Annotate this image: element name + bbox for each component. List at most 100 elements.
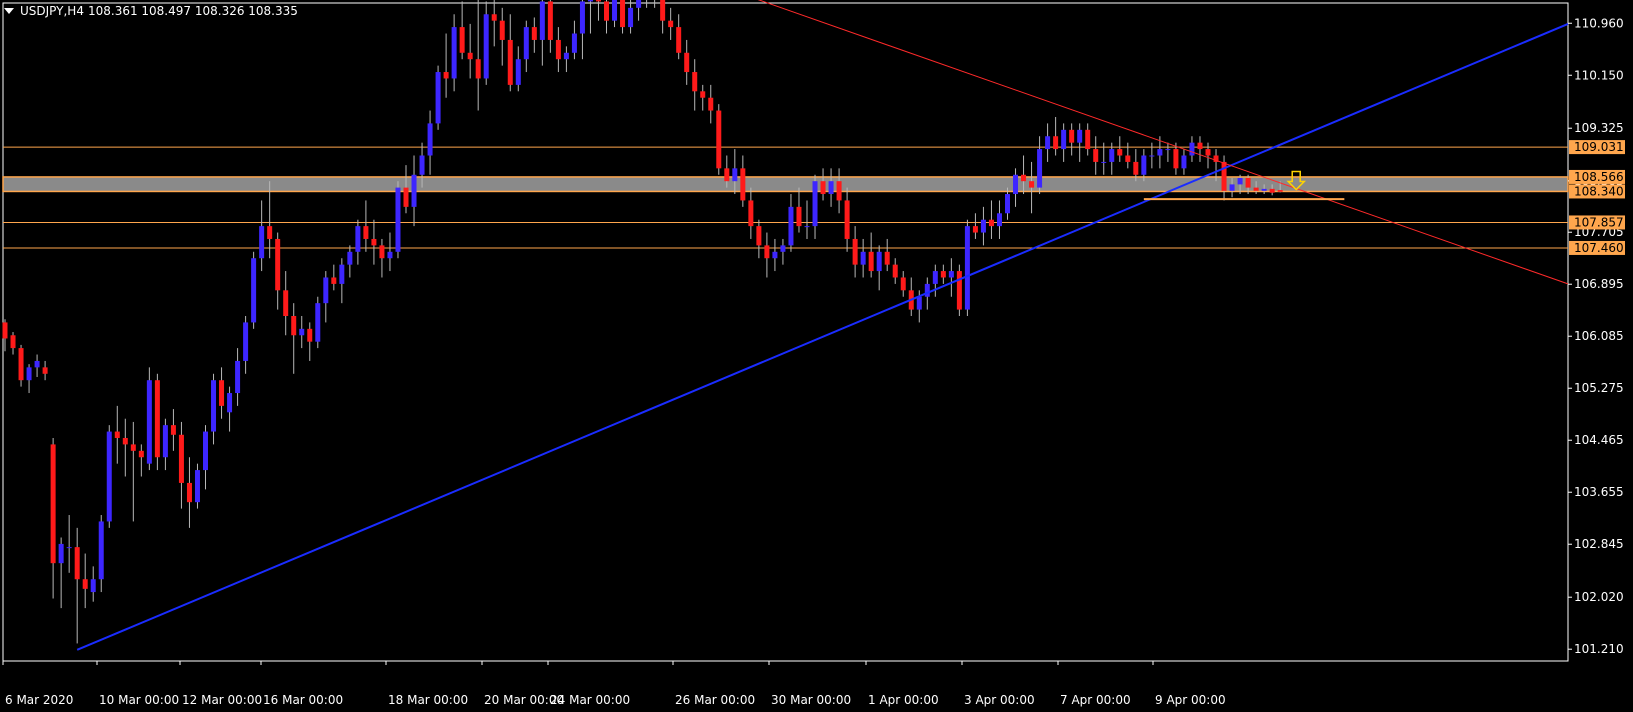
- candle: [235, 348, 241, 406]
- candle: [716, 104, 722, 175]
- candle: [1077, 123, 1083, 162]
- bear-candle-body: [1117, 149, 1123, 156]
- level-label: 107.460: [1574, 241, 1624, 255]
- candle: [243, 316, 249, 374]
- bull-candle-body: [772, 251, 778, 259]
- level-label: 108.566: [1574, 170, 1624, 184]
- candle: [98, 515, 104, 593]
- y-tick-label: 102.845: [1574, 537, 1624, 551]
- bear-candle-body: [1253, 187, 1259, 191]
- candle: [1061, 123, 1067, 162]
- candle: [908, 277, 914, 317]
- bull-candle-body: [419, 155, 425, 175]
- bull-candle-body: [732, 168, 738, 182]
- bull-candle-body: [1165, 149, 1171, 151]
- candle: [34, 354, 40, 377]
- bull-candle-body: [563, 52, 569, 60]
- bull-candle-body: [948, 271, 954, 278]
- price-chart[interactable]: 111.770110.960110.150109.325108.505107.7…: [0, 0, 1633, 712]
- bull-candle-body: [1181, 155, 1187, 169]
- candle: [620, 0, 626, 34]
- bear-candle-body: [331, 277, 337, 284]
- y-tick-label: 106.085: [1574, 329, 1624, 343]
- bear-candle-body: [892, 264, 898, 278]
- bull-candle-body: [932, 271, 938, 284]
- bear-candle-body: [868, 251, 874, 272]
- chart-header: USDJPY,H4 108.361 108.497 108.326 108.33…: [4, 4, 298, 18]
- level-label: 107.857: [1574, 215, 1624, 229]
- candle: [363, 200, 369, 252]
- candle: [571, 20, 577, 60]
- candle: [868, 232, 874, 278]
- candle: [860, 238, 866, 278]
- candle: [451, 14, 457, 92]
- resistance-zone: [2, 176, 1569, 193]
- candle: [275, 232, 281, 310]
- bear-candle-body: [748, 200, 754, 227]
- candle: [178, 421, 184, 509]
- bull-candle-body: [612, 0, 618, 21]
- bear-candle-body: [724, 168, 730, 182]
- candle: [154, 373, 160, 471]
- bear-candle-body: [379, 245, 385, 259]
- candle: [844, 187, 850, 252]
- bear-candle-body: [820, 181, 826, 195]
- header-dropdown-icon[interactable]: [4, 8, 14, 14]
- bear-candle-body: [531, 27, 537, 40]
- bull-candle-body: [1261, 188, 1267, 191]
- candle: [531, 17, 537, 53]
- bear-candle-body: [403, 187, 409, 207]
- x-tick-label: 16 Mar 00:00: [263, 693, 343, 707]
- x-tick-label: 24 Mar 00:00: [550, 693, 630, 707]
- candle: [491, 0, 497, 47]
- bull-candle-body: [90, 579, 96, 593]
- candle: [435, 65, 441, 130]
- bull-candle-body: [58, 543, 64, 564]
- candle: [1037, 136, 1043, 195]
- bull-candle-body: [812, 181, 818, 227]
- candle: [403, 165, 409, 214]
- bull-candle-body: [1061, 129, 1067, 150]
- candle: [130, 421, 136, 522]
- candle: [170, 409, 176, 451]
- candle: [1005, 187, 1010, 220]
- bear-candle-body: [956, 271, 962, 310]
- candle: [988, 200, 994, 239]
- candle: [267, 181, 273, 259]
- bull-candle-body: [483, 14, 489, 79]
- bear-candle-body: [1277, 190, 1283, 192]
- candle: [740, 155, 746, 207]
- bear-candle-body: [604, 1, 609, 21]
- candle: [836, 168, 842, 214]
- candle: [355, 219, 361, 265]
- bear-candle-body: [42, 367, 48, 374]
- candle: [555, 27, 561, 73]
- candle: [251, 251, 257, 329]
- plot-frame: [2, 2, 1569, 662]
- candle: [1045, 123, 1051, 162]
- bear-candle-body: [1093, 149, 1099, 162]
- bear-candle-body: [620, 0, 626, 28]
- bear-candle-body: [1029, 181, 1035, 188]
- bear-candle-body: [836, 181, 842, 201]
- bear-candle-body: [555, 39, 561, 60]
- bull-candle-body: [227, 393, 233, 413]
- candle: [122, 418, 128, 477]
- bull-candle-body: [571, 33, 577, 53]
- bull-candle-body: [1157, 149, 1163, 156]
- candle: [764, 232, 770, 278]
- bear-candle-body: [74, 547, 80, 580]
- candle: [90, 566, 96, 602]
- x-tick-label: 7 Apr 00:00: [1060, 693, 1131, 707]
- candle: [788, 194, 794, 252]
- candle: [1197, 136, 1203, 162]
- candle: [780, 238, 786, 265]
- bull-candle-body: [106, 431, 112, 522]
- bear-candle-body: [988, 219, 994, 227]
- candle: [1093, 136, 1099, 175]
- candle: [684, 39, 690, 85]
- candle: [547, 0, 553, 53]
- candle: [940, 264, 946, 284]
- candle: [1085, 123, 1091, 156]
- bear-candle-body: [1085, 129, 1091, 150]
